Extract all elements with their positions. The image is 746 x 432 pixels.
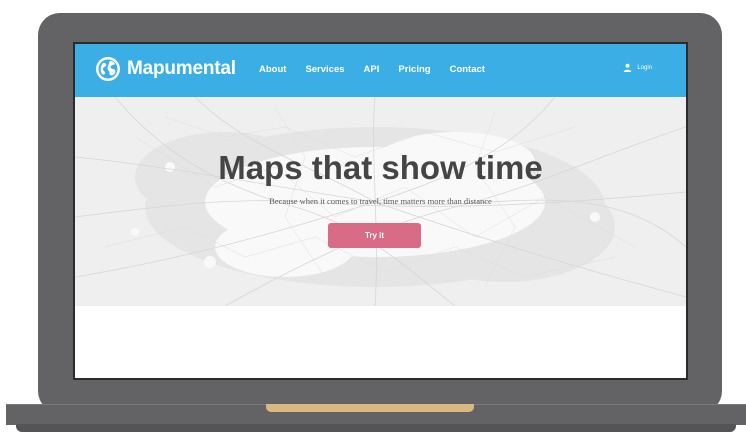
main-menu: About Services API Pricing Contact [259,64,504,75]
hero-subtitle: Because when it comes to travel, time ma… [269,196,492,206]
login-link[interactable]: Login [623,63,652,72]
laptop-notch [266,404,474,412]
top-navigation-bar: Mapumental About Services API Pricing Co… [75,44,686,97]
nav-link-about[interactable]: About [259,64,286,75]
user-icon [624,63,632,72]
hero-title: Maps that show time [218,149,543,186]
globe-icon [96,57,120,81]
brand-name: Mapumental [127,58,236,79]
hero-section: Maps that show time Because when it come… [75,97,686,306]
laptop-base [6,404,746,432]
nav-link-services[interactable]: Services [305,64,344,75]
nav-link-pricing[interactable]: Pricing [398,64,430,75]
laptop-base-bottom [16,424,736,432]
nav-link-api[interactable]: API [364,64,380,75]
brand-logo[interactable]: Mapumental [95,56,236,82]
nav-link-contact[interactable]: Contact [450,64,485,75]
try-it-button[interactable]: Try it [328,223,421,248]
browser-screen: Mapumental About Services API Pricing Co… [73,42,688,380]
login-label: Login [637,64,652,71]
